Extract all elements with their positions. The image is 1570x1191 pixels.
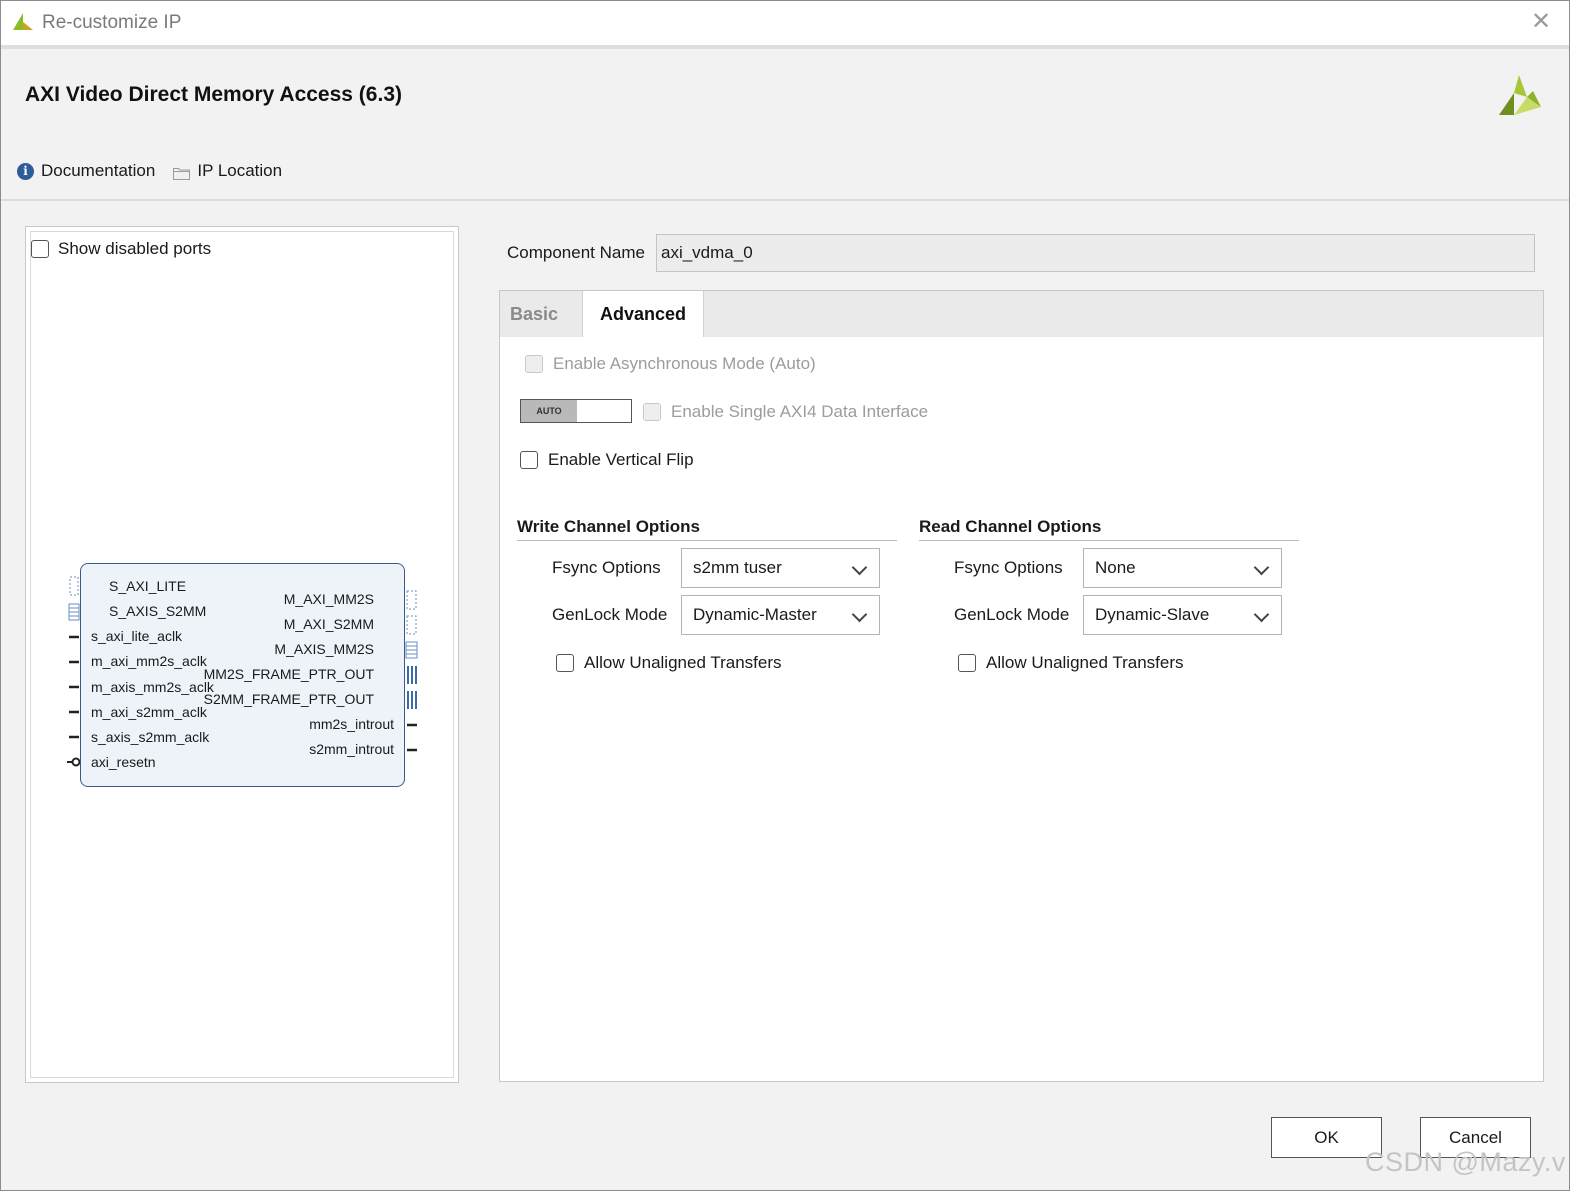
watermark: CSDN @Mazy.v	[1365, 1147, 1566, 1177]
vertical-flip-row[interactable]: Enable Vertical Flip	[520, 450, 694, 470]
ip-location-link[interactable]: IP Location	[173, 161, 282, 181]
port-s-axis-s2mm-aclk: s_axis_s2mm_aclk	[91, 729, 210, 745]
read-unaligned-row[interactable]: Allow Unaligned Transfers	[958, 653, 1183, 673]
component-name-input[interactable]: axi_vdma_0	[656, 234, 1535, 272]
read-genlock-value: Dynamic-Slave	[1095, 605, 1210, 624]
close-icon[interactable]: ✕	[1531, 10, 1551, 34]
write-genlock-label: GenLock Mode	[552, 605, 668, 624]
documentation-link[interactable]: i Documentation	[17, 161, 155, 181]
async-mode-checkbox	[525, 355, 543, 373]
vivado-app-icon	[11, 10, 35, 39]
port-m-axis-mm2s: M_AXIS_MM2S	[274, 641, 374, 657]
port-m-axi-s2mm: M_AXI_S2MM	[283, 616, 374, 632]
header-links: i Documentation IP Location	[17, 161, 300, 181]
ip-location-label: IP Location	[197, 161, 283, 180]
single-axi4-row: Enable Single AXI4 Data Interface	[643, 402, 928, 422]
read-channel-title: Read Channel Options	[919, 517, 1102, 536]
chevron-down-icon	[1253, 606, 1270, 623]
vertical-flip-checkbox[interactable]	[520, 451, 538, 469]
port-m-axi-s2mm-aclk: m_axi_s2mm_aclk	[91, 704, 207, 720]
write-fsync-label: Fsync Options	[552, 558, 661, 577]
write-genlock-value: Dynamic-Master	[693, 605, 817, 624]
component-name-label: Component Name	[507, 243, 645, 262]
chevron-down-icon	[851, 559, 868, 576]
chevron-down-icon	[851, 606, 868, 623]
auto-toggle[interactable]: AUTO	[520, 399, 632, 423]
port-s-axis-s2mm: S_AXIS_S2MM	[109, 603, 207, 619]
write-unaligned-row[interactable]: Allow Unaligned Transfers	[556, 653, 781, 673]
info-icon: i	[17, 162, 34, 180]
show-disabled-ports-label: Show disabled ports	[58, 239, 212, 258]
right-bus-shapes	[405, 590, 418, 709]
tab-advanced[interactable]: Advanced	[582, 291, 704, 337]
port-axi-resetn: axi_resetn	[91, 754, 156, 770]
folder-icon	[173, 165, 191, 180]
read-fsync-value: None	[1095, 558, 1136, 577]
read-unaligned-checkbox[interactable]	[958, 654, 976, 672]
port-mm2s-introut: mm2s_introut	[309, 716, 394, 732]
write-unaligned-checkbox[interactable]	[556, 654, 574, 672]
write-channel-title: Write Channel Options	[517, 517, 700, 536]
read-unaligned-label: Allow Unaligned Transfers	[986, 653, 1184, 672]
write-fsync-select[interactable]: s2mm tuser	[681, 548, 880, 588]
read-fsync-select[interactable]: None	[1083, 548, 1282, 588]
read-genlock-select[interactable]: Dynamic-Slave	[1083, 595, 1282, 635]
window-title: Re-customize IP	[42, 12, 182, 33]
header-separator	[1, 199, 1569, 201]
dialog-window: Re-customize IP ✕ AXI Video Direct Memor…	[0, 0, 1570, 1191]
auto-toggle-label: AUTO	[521, 400, 577, 422]
write-fsync-value: s2mm tuser	[693, 558, 782, 577]
read-fsync-label: Fsync Options	[954, 558, 1063, 577]
write-unaligned-label: Allow Unaligned Transfers	[584, 653, 782, 672]
port-m-axi-mm2s: M_AXI_MM2S	[283, 591, 374, 607]
port-s2mm-frame-ptr-out: S2MM_FRAME_PTR_OUT	[203, 691, 374, 707]
tab-bar: Basic Advanced	[500, 291, 1543, 337]
port-s-axi-lite-aclk: s_axi_lite_aclk	[91, 628, 183, 644]
resetn-pin	[67, 757, 81, 767]
single-axi4-checkbox	[643, 403, 661, 421]
right-pin-lines	[407, 723, 417, 752]
ip-title: AXI Video Direct Memory Access (6.3)	[25, 83, 402, 106]
left-pin-lines	[69, 635, 79, 739]
write-channel-divider	[517, 540, 897, 541]
port-mm2s-frame-ptr-out: MM2S_FRAME_PTR_OUT	[203, 666, 374, 682]
vertical-flip-label: Enable Vertical Flip	[548, 450, 694, 469]
xilinx-logo-icon	[1497, 73, 1543, 124]
single-axi4-label: Enable Single AXI4 Data Interface	[671, 402, 929, 421]
port-m-axi-mm2s-aclk: m_axi_mm2s_aclk	[91, 653, 207, 669]
port-m-axis-mm2s-aclk: m_axis_mm2s_aclk	[91, 679, 214, 695]
async-mode-label: Enable Asynchronous Mode (Auto)	[553, 354, 816, 373]
async-mode-row: Enable Asynchronous Mode (Auto)	[525, 354, 816, 374]
port-s-axi-lite: S_AXI_LITE	[109, 578, 187, 594]
read-genlock-label: GenLock Mode	[954, 605, 1070, 624]
tab-basic[interactable]: Basic	[510, 291, 558, 337]
port-s2mm-introut: s2mm_introut	[309, 741, 394, 757]
show-disabled-ports-checkbox[interactable]	[31, 240, 49, 258]
ip-header: AXI Video Direct Memory Access (6.3) i D…	[1, 49, 1569, 199]
title-bar: Re-customize IP ✕	[1, 1, 1569, 45]
documentation-label: Documentation	[41, 161, 156, 180]
chevron-down-icon	[1253, 559, 1270, 576]
read-channel-divider	[919, 540, 1299, 541]
write-genlock-select[interactable]: Dynamic-Master	[681, 595, 880, 635]
show-disabled-ports-row[interactable]: Show disabled ports	[31, 239, 211, 259]
